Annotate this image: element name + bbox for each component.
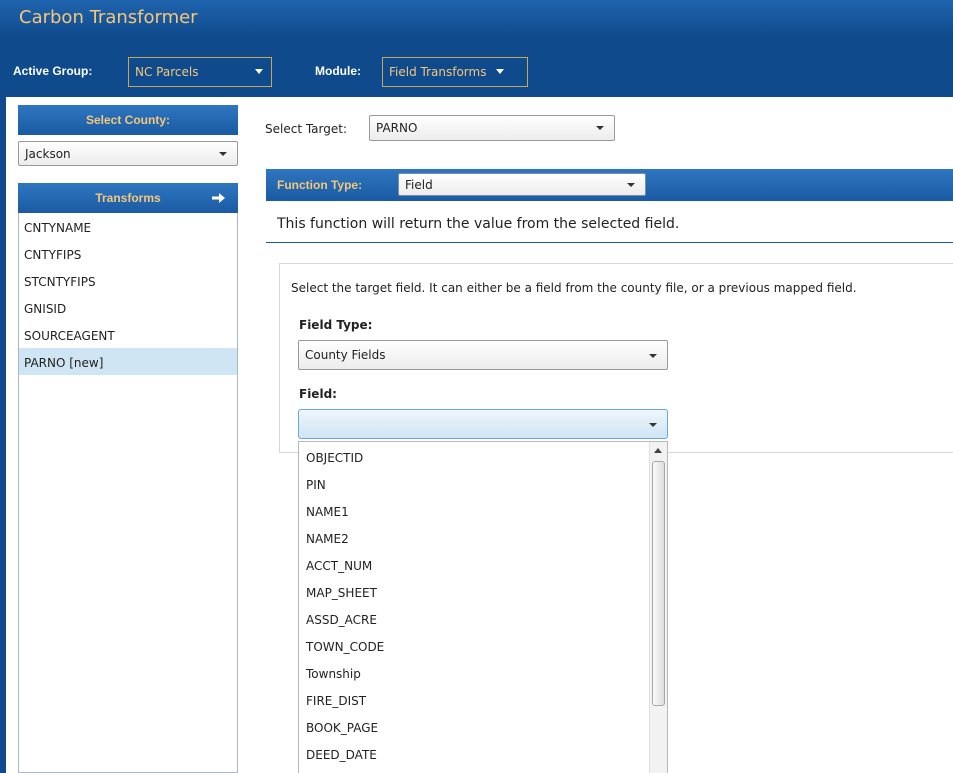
list-item[interactable]: CNTYNAME <box>19 213 237 240</box>
field-label: Field: <box>299 387 337 401</box>
chevron-down-icon <box>649 354 657 358</box>
arrow-right-icon[interactable] <box>212 192 226 204</box>
target-select[interactable]: PARNO <box>369 115 615 141</box>
app-title: Carbon Transformer <box>19 7 198 28</box>
dropdown-option[interactable]: FIRE_DIST <box>299 685 667 712</box>
chevron-down-icon <box>255 69 263 74</box>
dropdown-scrollbar[interactable] <box>649 442 667 773</box>
select-target-label: Select Target: <box>265 122 348 136</box>
function-description: This function will return the value from… <box>277 216 680 232</box>
chevron-down-icon <box>596 126 604 130</box>
function-type-label: Function Type: <box>277 178 363 192</box>
county-select[interactable]: Jackson <box>18 141 238 166</box>
dropdown-option[interactable]: TOWN_CODE <box>299 631 667 658</box>
list-item[interactable]: GNISID <box>19 294 237 321</box>
chevron-down-icon <box>627 183 635 187</box>
list-item-selected[interactable]: PARNO [new] <box>19 348 237 375</box>
transforms-header: Transforms <box>18 183 238 213</box>
chevron-down-icon <box>496 69 505 74</box>
list-item[interactable]: SOURCEAGENT <box>19 321 237 348</box>
dropdown-option[interactable]: NAME2 <box>299 523 667 550</box>
list-item[interactable]: STCNTYFIPS <box>19 267 237 294</box>
dropdown-option[interactable]: NAME1 <box>299 496 667 523</box>
divider <box>266 242 953 243</box>
dropdown-option[interactable]: ACCT_NUM <box>299 550 667 577</box>
field-hint: Select the target field. It can either b… <box>291 281 857 295</box>
transforms-title: Transforms <box>95 191 161 205</box>
function-type-bar: Function Type: Field <box>266 169 953 201</box>
dropdown-option[interactable]: Township <box>299 658 667 685</box>
dropdown-option[interactable]: MAP_SHEET <box>299 577 667 604</box>
field-type-select[interactable]: County Fields <box>298 340 668 370</box>
dropdown-option[interactable]: DEED_DATE <box>299 739 667 766</box>
module-label: Module: <box>315 64 361 78</box>
field-type-value: County Fields <box>305 348 386 362</box>
scroll-thumb[interactable] <box>652 461 665 706</box>
transforms-list: CNTYNAME CNTYFIPS STCNTYFIPS GNISID SOUR… <box>18 213 238 773</box>
chevron-down-icon <box>219 152 227 156</box>
active-group-label: Active Group: <box>13 64 93 78</box>
dropdown-option[interactable]: OBJECTID <box>299 442 667 469</box>
dropdown-option[interactable]: BOOK_PAGE <box>299 712 667 739</box>
select-county-header: Select County: <box>18 105 238 135</box>
field-type-label: Field Type: <box>299 318 373 332</box>
function-type-select[interactable]: Field <box>398 173 646 196</box>
county-value: Jackson <box>25 147 71 161</box>
field-dropdown-list: OBJECTID PIN NAME1 NAME2 ACCT_NUM MAP_SH… <box>298 441 668 773</box>
dropdown-option[interactable]: PIN <box>299 469 667 496</box>
chevron-down-icon <box>649 423 657 427</box>
list-item[interactable]: CNTYFIPS <box>19 240 237 267</box>
active-group-select[interactable]: NC Parcels <box>128 57 272 87</box>
target-value: PARNO <box>376 121 418 135</box>
dropdown-option[interactable]: ASSD_ACRE <box>299 604 667 631</box>
active-group-value: NC Parcels <box>135 65 199 79</box>
scroll-up-arrow-icon[interactable] <box>654 448 662 453</box>
left-frame-border <box>0 97 6 773</box>
function-type-value: Field <box>405 178 433 192</box>
module-select[interactable]: Field Transforms <box>382 57 528 87</box>
module-value: Field Transforms <box>389 65 487 79</box>
field-select[interactable] <box>298 409 668 439</box>
